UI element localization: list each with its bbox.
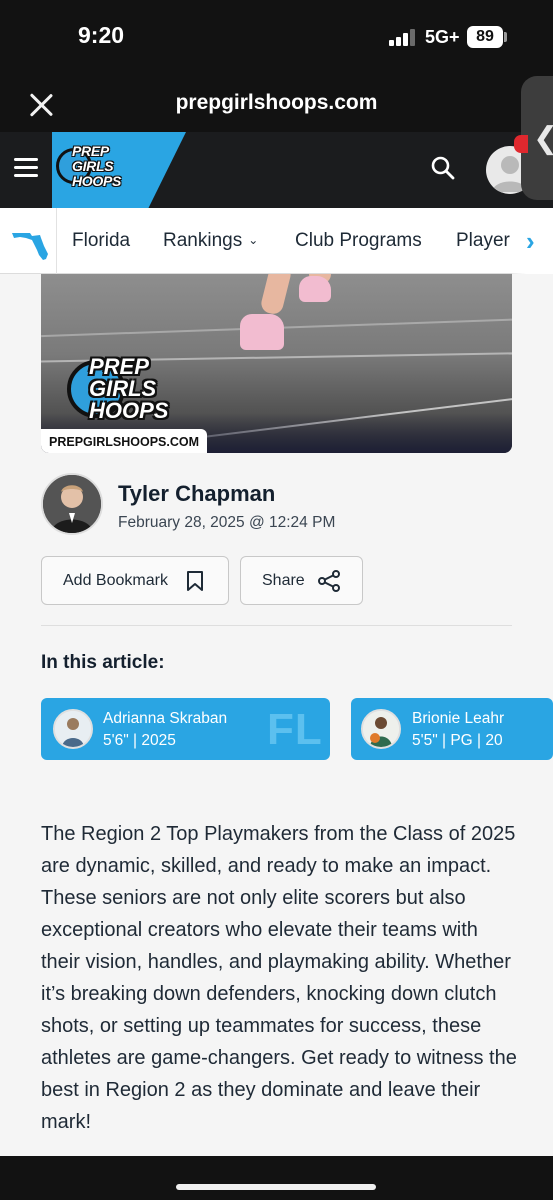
nav-item-florida[interactable]: Florida [72,230,130,252]
sneaker [299,276,331,302]
category-nav: Florida Rankings ⌄ Club Programs Player › [0,208,553,274]
chevron-right-icon: › [526,226,535,256]
logo-line: PREP [72,143,109,159]
logo-line: HOOPS [89,398,169,423]
author-name[interactable]: Tyler Chapman [118,481,275,507]
battery-icon: 89 [467,26,503,48]
home-indicator[interactable] [176,1184,376,1190]
home-bar-area [0,1156,553,1200]
network-type: 5G+ [425,27,460,47]
florida-map-icon[interactable] [10,222,50,262]
site-logo[interactable]: PREP GIRLS HOOPS [56,140,136,200]
logo-line: PREP [89,354,149,379]
player-name: Adrianna Skraban [103,710,228,727]
player-state-badge: FL [267,705,323,754]
status-bar: 9:20 5G+ 89 [0,0,553,76]
player-meta: 5'5" | PG | 20 [412,732,503,749]
add-bookmark-button[interactable]: Add Bookmark [41,556,229,605]
button-label: Add Bookmark [63,572,168,589]
hamburger-icon[interactable] [14,158,38,178]
nav-item-players[interactable]: Player [456,230,510,252]
in-article-heading: In this article: [41,652,165,673]
author-avatar[interactable] [41,473,103,535]
nav-item-label: Rankings [163,230,243,251]
player-card[interactable]: Brionie Leahr 5'5" | PG | 20 [351,698,553,760]
chevron-left-icon: ❮ [533,124,553,154]
sneaker [240,314,284,350]
bookmark-icon [187,571,203,591]
player-photo [53,709,93,749]
logo-line: GIRLS [72,158,114,174]
player-name: Brionie Leahr [412,710,505,727]
nav-scroll-right-button[interactable]: › [512,208,553,274]
player-meta: 5'6" | 2025 [103,732,176,749]
section-divider [41,625,512,626]
player-leg [259,274,293,316]
hero-logo: PREP GIRLS HOOPS [89,356,168,422]
search-icon[interactable] [430,155,456,181]
hero-image: PREP GIRLS HOOPS PREPGIRLSHOOPS.COM [41,274,512,453]
battery-tip [504,32,507,42]
signal-icon [389,28,419,46]
browser-bar: prepgirlshoops.com [0,76,553,132]
share-icon [318,570,340,592]
nav-divider [56,208,57,274]
article-body: The Region 2 Top Playmakers from the Cla… [41,823,517,1133]
url-display[interactable]: prepgirlshoops.com [0,91,553,115]
logo-line: HOOPS [72,173,122,189]
player-photo [361,709,401,749]
share-button[interactable]: Share [240,556,363,605]
status-time: 9:20 [78,22,125,48]
logo-line: GIRLS [89,376,157,401]
chevron-down-icon: ⌄ [248,233,259,247]
nav-item-club-programs[interactable]: Club Programs [295,230,422,252]
hero-caption: PREPGIRLSHOOPS.COM [41,429,208,453]
article-content: PREP GIRLS HOOPS PREPGIRLSHOOPS.COM Tyle… [0,274,553,1156]
button-label: Share [262,572,305,589]
publish-date: February 28, 2025 @ 12:24 PM [118,514,336,531]
site-header: PREP GIRLS HOOPS [0,132,553,208]
nav-item-rankings[interactable]: Rankings ⌄ [163,230,258,252]
player-card[interactable]: Adrianna Skraban 5'6" | 2025 FL [41,698,330,760]
notification-dot [514,135,528,153]
